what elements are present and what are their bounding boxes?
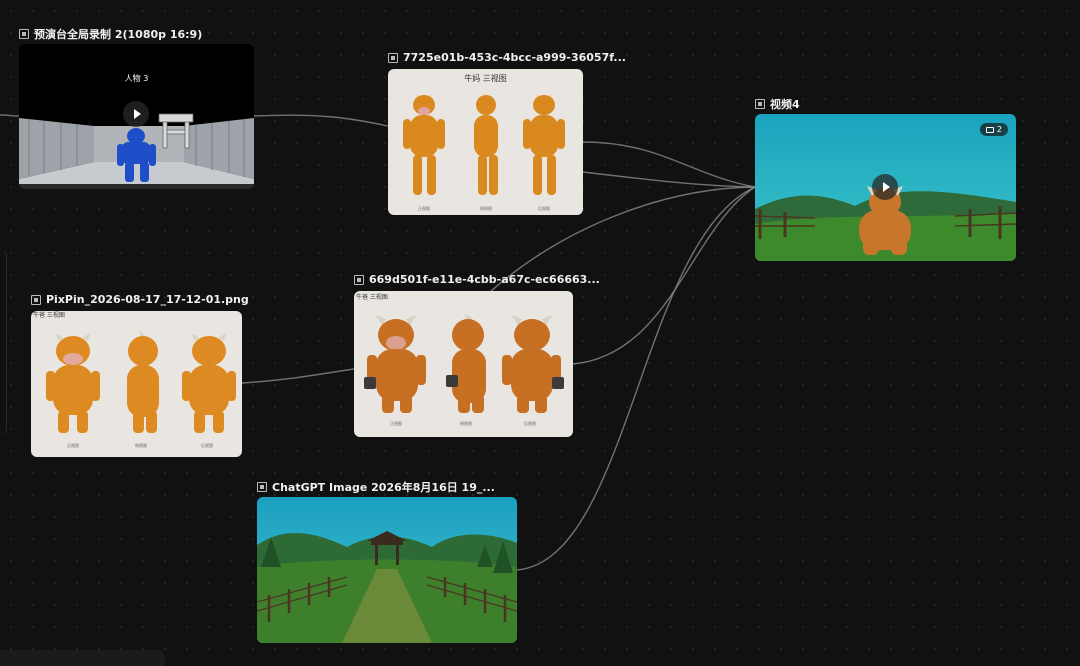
cow-mother-views (403, 91, 565, 195)
edge-rehearsal-to-sheet1 (253, 114, 389, 127)
node-title-text: 预演台全局录制 2(1080p 16:9) (34, 28, 203, 41)
node-sheet-2[interactable]: 669d501f-e11e-4cbb-a67c-ec66663... 牛爸 三视… (354, 273, 600, 437)
sheet-label: 牛爸 三视图 (33, 312, 65, 319)
node-thumbnail[interactable]: 2 (755, 114, 1016, 261)
node-thumbnail[interactable]: 牛爸 三视图 正视图 侧视图 后视图 (31, 311, 242, 457)
image-node-icon (31, 294, 41, 305)
sheet-label: 牛爸 三视图 (356, 294, 388, 301)
view-caption: 正视图 (418, 206, 430, 211)
node-rehearsal-recording[interactable]: 预演台全局录制 2(1080p 16:9) 人物 3 (19, 28, 254, 189)
node-thumbnail[interactable]: 牛爸 三视图 正视图 侧视图 后视图 (354, 291, 573, 437)
edge-sheet1-to-video4-a (582, 141, 756, 188)
view-caption: 侧视图 (135, 443, 147, 448)
edge-sheet2-right-to-video4 (572, 186, 756, 365)
landscape-image (257, 497, 517, 643)
image-node-icon (354, 274, 364, 285)
image-node-icon (755, 99, 765, 109)
workflow-canvas[interactable]: 预演台全局录制 2(1080p 16:9) 人物 3 7725e01b-453c… (0, 0, 1080, 666)
view-caption: 后视图 (201, 443, 213, 448)
node-title: 669d501f-e11e-4cbb-a67c-ec66663... (354, 273, 600, 286)
edge-sheet1-to-video4-b (582, 171, 756, 188)
node-title: 预演台全局录制 2(1080p 16:9) (19, 26, 202, 42)
node-thumbnail[interactable]: 牛妈 三视图 正视图 侧视图 后视图 (388, 69, 583, 215)
view-caption: 正视图 (67, 443, 79, 448)
node-title-text: 视频4 (770, 98, 800, 111)
stack-icon (985, 126, 994, 133)
bottom-toolbar[interactable] (0, 650, 165, 666)
image-node-icon (388, 52, 398, 63)
node-sheet-1[interactable]: 7725e01b-453c-4bcc-a999-36057f... 牛妈 三视图 (388, 51, 626, 215)
play-icon[interactable] (872, 174, 898, 200)
node-title: 视频4 (755, 96, 800, 112)
image-node-icon (257, 482, 267, 492)
node-chatgpt-image[interactable]: ChatGPT Image 2026年8月16日 19_... (257, 481, 517, 643)
node-title-text: 7725e01b-453c-4bcc-a999-36057f... (403, 51, 626, 64)
cow-father-views (46, 331, 236, 433)
badge-count: 2 (996, 125, 1002, 134)
node-title: ChatGPT Image 2026年8月16日 19_... (257, 479, 495, 495)
edge-pixpin-to-sheet2 (241, 368, 355, 384)
node-title-text: 669d501f-e11e-4cbb-a67c-ec66663... (369, 273, 600, 286)
node-title: PixPin_2026-08-17_17-12-01.png (31, 293, 249, 306)
edge-left-to-rehearsal (0, 114, 20, 117)
overlay-label: 人物 3 (124, 74, 149, 83)
stack-icon-badge[interactable]: 2 (979, 123, 1008, 136)
play-icon[interactable] (123, 101, 149, 127)
node-thumbnail[interactable]: 人物 3 (19, 44, 254, 189)
view-caption: 后视图 (538, 206, 550, 211)
view-caption: 正视图 (390, 421, 402, 426)
view-caption: 侧视图 (460, 421, 472, 426)
node-thumbnail[interactable] (257, 497, 517, 643)
node-pixpin[interactable]: PixPin_2026-08-17_17-12-01.png 牛爸 三视图 正视… (31, 293, 249, 457)
node-title: 7725e01b-453c-4bcc-a999-36057f... (388, 51, 626, 64)
image-node-icon (19, 29, 29, 39)
view-caption: 后视图 (524, 421, 536, 426)
node-title-text: ChatGPT Image 2026年8月16日 19_... (272, 481, 495, 494)
node-title-text: PixPin_2026-08-17_17-12-01.png (46, 293, 249, 306)
node-video-4[interactable]: 视频4 2 (755, 98, 1016, 261)
sheet-label: 牛妈 三视图 (464, 74, 507, 83)
cow-father-views-2 (364, 313, 564, 413)
left-panel-edge (0, 250, 7, 435)
view-caption: 侧视图 (480, 206, 492, 211)
